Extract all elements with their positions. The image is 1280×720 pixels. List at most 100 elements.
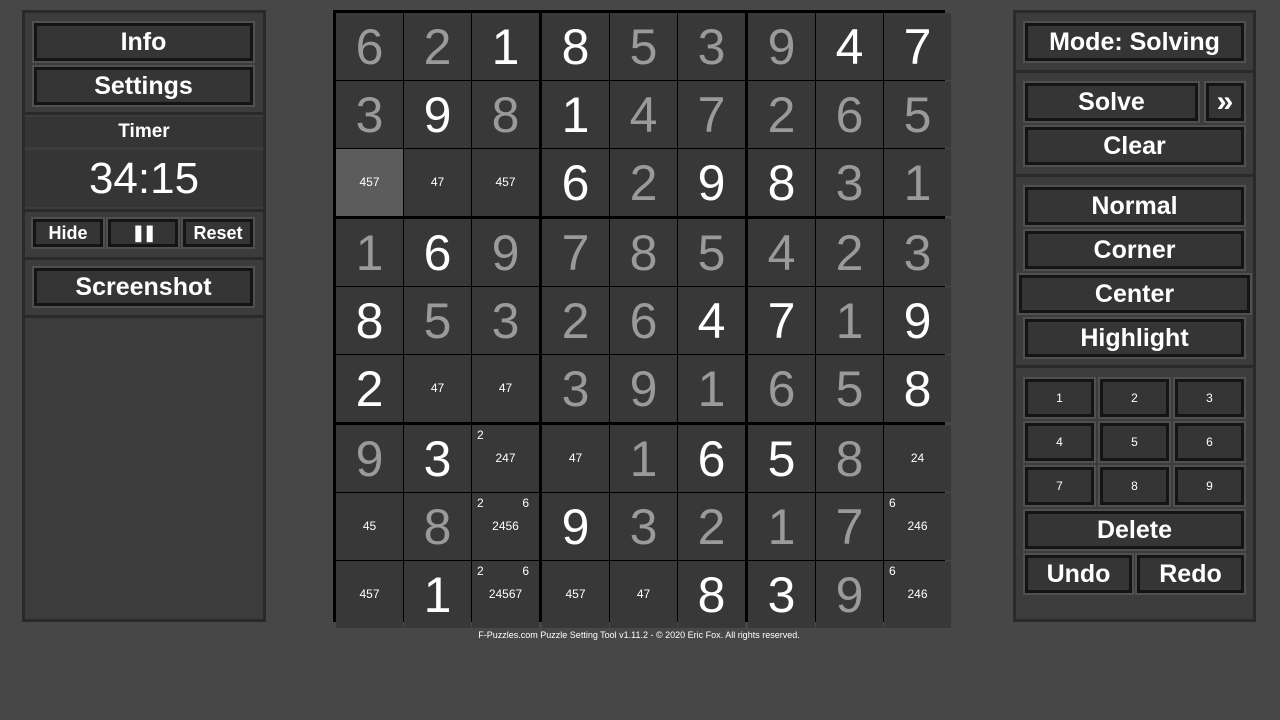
digit-button-9[interactable]: 9 <box>1175 467 1244 505</box>
grid-cell[interactable]: 9 <box>748 13 815 80</box>
grid-cell[interactable]: 3 <box>678 13 745 80</box>
grid-cell[interactable]: 8 <box>748 149 815 216</box>
grid-cell[interactable]: 9 <box>336 425 403 492</box>
digit-button-7[interactable]: 7 <box>1025 467 1094 505</box>
grid-cell[interactable]: 5 <box>610 13 677 80</box>
grid-cell[interactable]: 2 <box>404 13 471 80</box>
grid-cell[interactable]: 47 <box>404 149 471 216</box>
entry-mode-center-button[interactable]: Center <box>1019 275 1250 313</box>
reset-timer-button[interactable]: Reset <box>183 219 253 247</box>
entry-mode-normal-button[interactable]: Normal <box>1025 187 1244 225</box>
grid-cell[interactable]: 45 <box>336 493 403 560</box>
grid-cell[interactable]: 47 <box>404 355 471 422</box>
grid-cell[interactable]: 8 <box>542 13 609 80</box>
grid-cell[interactable]: 1 <box>472 13 539 80</box>
grid-cell[interactable]: 9 <box>404 81 471 148</box>
grid-cell[interactable]: 9 <box>816 561 883 628</box>
grid-cell[interactable]: 7 <box>542 219 609 286</box>
entry-mode-highlight-button[interactable]: Highlight <box>1025 319 1244 357</box>
grid-cell[interactable]: 6 <box>748 355 815 422</box>
grid-cell[interactable]: 5 <box>816 355 883 422</box>
grid-cell[interactable]: 47 <box>472 355 539 422</box>
grid-cell[interactable]: 1 <box>748 493 815 560</box>
grid-cell[interactable]: 457 <box>542 561 609 628</box>
grid-cell[interactable]: 3 <box>748 561 815 628</box>
grid-cell[interactable]: 6 <box>678 425 745 492</box>
grid-cell[interactable]: 1 <box>678 355 745 422</box>
grid-cell[interactable]: 3 <box>884 219 951 286</box>
grid-cell[interactable]: 3 <box>542 355 609 422</box>
grid-cell[interactable]: 2 <box>542 287 609 354</box>
grid-cell[interactable]: 6 <box>816 81 883 148</box>
grid-cell[interactable]: 2 <box>748 81 815 148</box>
screenshot-button[interactable]: Screenshot <box>34 268 253 306</box>
grid-cell[interactable]: 8 <box>610 219 677 286</box>
grid-cell[interactable]: 3 <box>816 149 883 216</box>
info-button[interactable]: Info <box>34 23 253 61</box>
redo-button[interactable]: Redo <box>1137 555 1244 593</box>
grid-cell[interactable]: 1 <box>336 219 403 286</box>
grid-cell[interactable]: 1 <box>542 81 609 148</box>
grid-cell[interactable]: 1 <box>816 287 883 354</box>
grid-cell[interactable]: 8 <box>404 493 471 560</box>
grid-cell[interactable]: 5 <box>748 425 815 492</box>
digit-button-8[interactable]: 8 <box>1100 467 1169 505</box>
grid-cell[interactable]: 247 2 <box>472 425 539 492</box>
digit-button-4[interactable]: 4 <box>1025 423 1094 461</box>
grid-cell[interactable]: 3 <box>610 493 677 560</box>
grid-cell[interactable]: 2 <box>336 355 403 422</box>
grid-cell[interactable]: 2 <box>610 149 677 216</box>
grid-cell[interactable]: 9 <box>678 149 745 216</box>
grid-cell[interactable]: 1 <box>404 561 471 628</box>
grid-cell[interactable]: 246 6 <box>884 561 951 628</box>
hide-timer-button[interactable]: Hide <box>33 219 103 247</box>
digit-button-6[interactable]: 6 <box>1175 423 1244 461</box>
grid-cell[interactable]: 457 <box>336 561 403 628</box>
grid-cell[interactable]: 457 <box>336 149 403 216</box>
expand-button[interactable]: » <box>1206 83 1244 121</box>
grid-cell[interactable]: 7 <box>816 493 883 560</box>
digit-button-5[interactable]: 5 <box>1100 423 1169 461</box>
grid-cell[interactable]: 1 <box>884 149 951 216</box>
grid-cell[interactable]: 8 <box>884 355 951 422</box>
grid-cell[interactable]: 47 <box>542 425 609 492</box>
grid-cell[interactable]: 24567 2 6 <box>472 561 539 628</box>
grid-cell[interactable]: 1 <box>610 425 677 492</box>
grid-cell[interactable]: 24 <box>884 425 951 492</box>
pause-icon[interactable]: ❚❚ <box>108 219 178 247</box>
grid-cell[interactable]: 4 <box>678 287 745 354</box>
grid-cell[interactable]: 4 <box>610 81 677 148</box>
entry-mode-corner-button[interactable]: Corner <box>1025 231 1244 269</box>
grid-cell[interactable]: 5 <box>404 287 471 354</box>
undo-button[interactable]: Undo <box>1025 555 1132 593</box>
digit-button-2[interactable]: 2 <box>1100 379 1169 417</box>
grid-cell[interactable]: 8 <box>678 561 745 628</box>
mode-button[interactable]: Mode: Solving <box>1025 23 1244 61</box>
grid-cell[interactable]: 5 <box>678 219 745 286</box>
delete-button[interactable]: Delete <box>1025 511 1244 549</box>
grid-cell[interactable]: 246 6 <box>884 493 951 560</box>
solve-button[interactable]: Solve <box>1025 83 1198 121</box>
grid-cell[interactable]: 4 <box>748 219 815 286</box>
settings-button[interactable]: Settings <box>34 67 253 105</box>
grid-cell[interactable]: 6 <box>404 219 471 286</box>
clear-button[interactable]: Clear <box>1025 127 1244 165</box>
grid-cell[interactable]: 4 <box>816 13 883 80</box>
grid-cell[interactable]: 3 <box>404 425 471 492</box>
grid-cell[interactable]: 6 <box>610 287 677 354</box>
digit-button-1[interactable]: 1 <box>1025 379 1094 417</box>
grid-cell[interactable]: 8 <box>336 287 403 354</box>
grid-cell[interactable]: 5 <box>884 81 951 148</box>
grid-cell[interactable]: 47 <box>610 561 677 628</box>
grid-cell[interactable]: 2 <box>678 493 745 560</box>
grid-cell[interactable]: 8 <box>472 81 539 148</box>
grid-cell[interactable]: 2 <box>816 219 883 286</box>
grid-cell[interactable]: 3 <box>336 81 403 148</box>
grid-cell[interactable]: 6 <box>542 149 609 216</box>
grid-cell[interactable]: 7 <box>678 81 745 148</box>
grid-cell[interactable]: 8 <box>816 425 883 492</box>
grid-cell[interactable]: 3 <box>472 287 539 354</box>
grid-cell[interactable]: 9 <box>472 219 539 286</box>
grid-cell[interactable]: 2456 2 6 <box>472 493 539 560</box>
grid-cell[interactable]: 9 <box>542 493 609 560</box>
